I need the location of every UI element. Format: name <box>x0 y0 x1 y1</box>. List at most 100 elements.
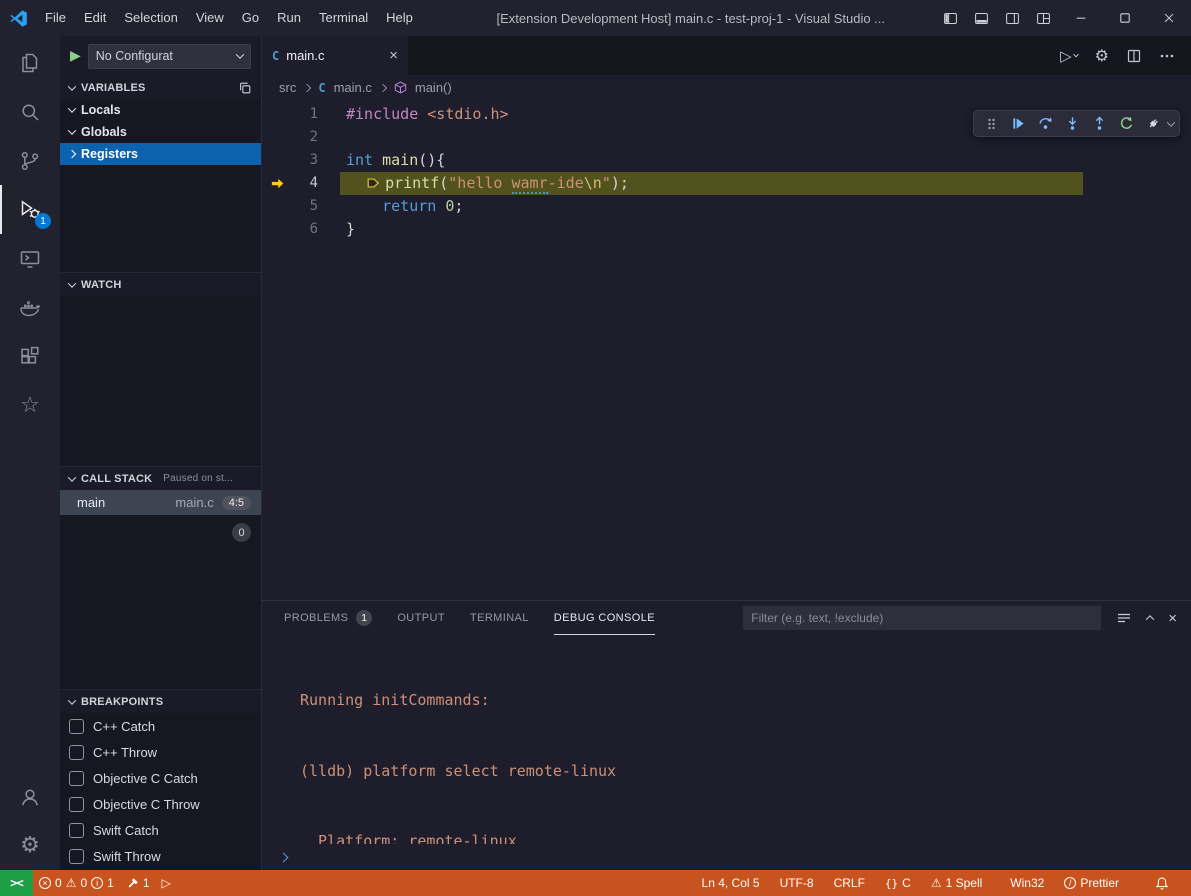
variables-header[interactable]: VARIABLES <box>60 76 261 99</box>
stack-frame-row[interactable]: main main.c 4:5 <box>60 490 261 515</box>
close-tab-icon[interactable]: × <box>389 48 398 63</box>
platform-indicator[interactable]: Win32 <box>1004 870 1050 896</box>
breadcrumb: src C main.c main() <box>262 75 1191 100</box>
tab-terminal[interactable]: TERMINAL <box>470 601 529 635</box>
activity-remote-explorer[interactable] <box>0 234 60 283</box>
toolchain-status[interactable]: 1 <box>120 870 156 896</box>
gutter-line-3[interactable] <box>262 149 292 172</box>
scope-registers[interactable]: Registers <box>60 143 261 165</box>
step-out-button[interactable] <box>1087 112 1111 136</box>
problems-status[interactable]: × 0 ⚠ 0 i 1 <box>33 870 120 896</box>
close-window-button[interactable] <box>1147 0 1191 36</box>
copy-icon[interactable] <box>238 81 252 95</box>
disconnect-button[interactable] <box>1141 112 1165 136</box>
breakpoint-marker-icon[interactable] <box>366 176 381 190</box>
breakpoint-cpp-catch[interactable]: C++ Catch <box>60 713 261 739</box>
console-filter-input[interactable] <box>743 606 1101 630</box>
code-line-6[interactable]: 6 } <box>262 218 1191 241</box>
breakpoint-checkbox[interactable] <box>69 745 84 760</box>
breakpoint-swift-catch[interactable]: Swift Catch <box>60 817 261 843</box>
activity-run-debug[interactable]: 1 <box>0 185 60 234</box>
menu-go[interactable]: Go <box>233 0 268 36</box>
gutter-line-1[interactable] <box>262 103 292 126</box>
activity-accounts[interactable] <box>0 772 60 821</box>
menu-edit[interactable]: Edit <box>75 0 115 36</box>
output-lines-icon[interactable] <box>1116 610 1132 626</box>
breakpoint-checkbox[interactable] <box>69 849 84 864</box>
activity-settings[interactable]: ⚙ <box>0 821 60 870</box>
eol-indicator[interactable]: CRLF <box>828 870 871 896</box>
close-panel-icon[interactable]: × <box>1168 611 1177 626</box>
customize-layout-icon[interactable] <box>1028 0 1059 36</box>
more-actions-icon[interactable] <box>1159 48 1175 64</box>
chevron-down-icon[interactable] <box>1167 118 1175 126</box>
scope-locals[interactable]: Locals <box>60 99 261 121</box>
breadcrumb-file[interactable]: main.c <box>334 80 372 95</box>
menu-help[interactable]: Help <box>377 0 422 36</box>
tab-problems[interactable]: PROBLEMS 1 <box>284 601 372 635</box>
continue-button[interactable] <box>1006 112 1030 136</box>
scope-globals[interactable]: Globals <box>60 121 261 143</box>
breakpoints-header[interactable]: BREAKPOINTS <box>60 690 261 713</box>
toggle-primary-sidebar-icon[interactable] <box>935 0 966 36</box>
call-stack-header[interactable]: CALL STACK Paused on st... <box>60 467 261 490</box>
gutter-line-6[interactable] <box>262 218 292 241</box>
gutter-line-2[interactable] <box>262 126 292 149</box>
activity-extensions[interactable] <box>0 332 60 381</box>
maximize-button[interactable] <box>1103 0 1147 36</box>
spell-checker-status[interactable]: ⚠ 1 Spell <box>925 870 988 896</box>
activity-docker[interactable] <box>0 283 60 332</box>
minimize-button[interactable] <box>1059 0 1103 36</box>
encoding-indicator[interactable]: UTF-8 <box>774 870 820 896</box>
breakpoint-checkbox[interactable] <box>69 719 84 734</box>
code-editor[interactable]: 1 #include <stdio.h> 2 3 int main(){ <box>262 100 1191 600</box>
debug-launch-status[interactable]: ▷ <box>156 870 177 896</box>
split-editor-icon[interactable] <box>1126 48 1142 64</box>
breakpoint-checkbox[interactable] <box>69 771 84 786</box>
code-line-5[interactable]: 5 return 0; <box>262 195 1191 218</box>
menu-selection[interactable]: Selection <box>115 0 186 36</box>
start-debugging-button[interactable]: ▶ <box>70 49 81 63</box>
remote-indicator[interactable]: >< <box>0 870 33 896</box>
frame-file: main.c <box>175 495 213 510</box>
toggle-secondary-sidebar-icon[interactable] <box>997 0 1028 36</box>
run-file-button[interactable]: ▷ <box>1060 47 1078 65</box>
breadcrumb-symbol[interactable]: main() <box>415 80 452 95</box>
gutter-line-5[interactable] <box>262 195 292 218</box>
launch-config-dropdown[interactable]: No Configurat <box>88 44 251 69</box>
step-into-button[interactable] <box>1060 112 1084 136</box>
tab-output[interactable]: OUTPUT <box>397 601 445 635</box>
activity-explorer[interactable] <box>0 38 60 87</box>
cursor-position[interactable]: Ln 4, Col 5 <box>696 870 766 896</box>
breakpoint-objc-throw[interactable]: Objective C Throw <box>60 791 261 817</box>
breakpoint-checkbox[interactable] <box>69 797 84 812</box>
menu-terminal[interactable]: Terminal <box>310 0 377 36</box>
configure-gear-icon[interactable]: ⚙ <box>1095 48 1109 64</box>
tab-main-c[interactable]: C main.c × <box>262 36 408 75</box>
breadcrumb-folder[interactable]: src <box>279 80 296 95</box>
toolbar-drag-handle[interactable] <box>979 112 1003 136</box>
menu-view[interactable]: View <box>187 0 233 36</box>
formatter-status[interactable]: / Prettier <box>1058 870 1125 896</box>
breakpoint-objc-catch[interactable]: Objective C Catch <box>60 765 261 791</box>
menu-file[interactable]: File <box>36 0 75 36</box>
watch-header[interactable]: WATCH <box>60 273 261 296</box>
toggle-panel-icon[interactable] <box>966 0 997 36</box>
tab-debug-console[interactable]: DEBUG CONSOLE <box>554 601 655 635</box>
activity-search[interactable] <box>0 87 60 136</box>
notifications-bell[interactable] <box>1149 870 1175 896</box>
menu-run[interactable]: Run <box>268 0 310 36</box>
maximize-panel-icon[interactable] <box>1146 615 1154 623</box>
restart-button[interactable] <box>1114 112 1138 136</box>
breakpoint-swift-throw[interactable]: Swift Throw <box>60 843 261 869</box>
activity-favorites[interactable]: ☆ <box>0 381 60 430</box>
step-over-button[interactable] <box>1033 112 1057 136</box>
code-line-3[interactable]: 3 int main(){ <box>262 149 1191 172</box>
console-input-row[interactable] <box>262 844 1191 870</box>
language-indicator[interactable]: {} C <box>879 870 917 896</box>
code-line-4-current[interactable]: 4 printf("hello wamr-ide\n"); <box>262 172 1191 195</box>
breakpoint-cpp-throw[interactable]: C++ Throw <box>60 739 261 765</box>
breakpoint-checkbox[interactable] <box>69 823 84 838</box>
activity-source-control[interactable] <box>0 136 60 185</box>
gutter-line-4[interactable] <box>262 172 292 195</box>
